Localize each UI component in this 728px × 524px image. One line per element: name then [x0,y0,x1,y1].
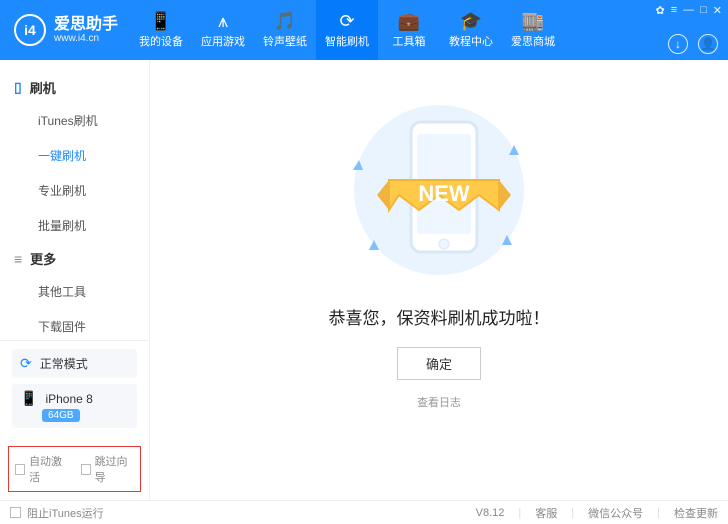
sidebar-item-other-tools[interactable]: 其他工具 [0,274,149,309]
confirm-button[interactable]: 确定 [397,347,481,380]
checkbox-icon [81,464,91,475]
nav-label: 教程中心 [449,33,493,49]
sidebar-item-download-fw[interactable]: 下载固件 [0,309,149,340]
user-icon[interactable]: 👤 [698,34,718,54]
mode-row[interactable]: ⟳ 正常模式 [12,349,137,378]
wechat-link[interactable]: 微信公众号 [588,505,643,521]
brand-site: www.i4.cn [54,33,118,44]
nav-label: 智能刷机 [325,33,369,49]
close-icon[interactable]: ✕ [713,4,722,17]
flash-options: 自动激活 跳过向导 [8,446,141,492]
nav-apps[interactable]: ⩚ 应用游戏 [192,0,254,60]
minimize-icon[interactable]: — [683,4,694,17]
menu-icon[interactable]: ≡ [671,4,677,17]
nav-flash[interactable]: ⟳ 智能刷机 [316,0,378,60]
nav-label: 爱思商城 [511,33,555,49]
section-title: 更多 [30,249,56,268]
device-name: iPhone 8 [45,392,92,406]
download-icon[interactable]: ↓ [668,34,688,54]
block-itunes-checkbox[interactable]: 阻止iTunes运行 [10,505,104,521]
update-link[interactable]: 检查更新 [674,505,718,521]
sync-icon: ⟳ [20,355,32,372]
success-title: 恭喜您，保资料刷机成功啦！ [329,304,550,329]
nav-label: 铃声壁纸 [263,33,307,49]
sidebar-section-flash: ▯ 刷机 [0,72,149,103]
refresh-icon: ⟳ [339,12,354,30]
titlebar: i4 爱思助手 www.i4.cn 📱 我的设备 ⩚ 应用游戏 🎵 铃声壁纸 ⟳… [0,0,728,60]
checkbox-icon [15,464,25,475]
toolbox-icon: 💼 [398,12,420,30]
auto-activate-checkbox[interactable]: 自动激活 [15,453,69,485]
device-icon: 📱 [20,390,37,407]
phone-icon: ▯ [14,79,22,96]
maximize-icon[interactable]: □ [700,4,707,17]
section-title: 刷机 [30,78,56,97]
store-icon: 🏬 [522,12,544,30]
sidebar-item-pro-flash[interactable]: 专业刷机 [0,173,149,208]
more-icon: ≡ [14,251,22,267]
brand: i4 爱思助手 www.i4.cn [0,0,130,60]
main-content: NEW 恭喜您，保资料刷机成功啦！ 确定 查看日志 [150,60,728,500]
sidebar-section-more: ≡ 更多 [0,243,149,274]
mode-label: 正常模式 [40,355,88,372]
nav-ringtones[interactable]: 🎵 铃声壁纸 [254,0,316,60]
account-controls: ↓ 👤 [668,34,718,54]
sidebar-item-onekey-flash[interactable]: 一键刷机 [0,138,149,173]
new-badge-text: NEW [418,181,470,206]
storage-badge: 64GB [42,409,80,422]
apps-icon: ⩚ [218,12,228,30]
checkbox-label: 自动激活 [29,453,68,485]
window-controls: ✿ ≡ — □ ✕ [655,4,722,17]
support-link[interactable]: 客服 [535,505,557,521]
sidebar-item-batch-flash[interactable]: 批量刷机 [0,208,149,243]
tutorial-icon: 🎓 [460,12,482,30]
logo-icon: i4 [14,14,46,46]
checkbox-label: 阻止iTunes运行 [27,505,104,521]
device-status: ⟳ 正常模式 📱 iPhone 8 64GB [0,340,149,442]
skip-guide-checkbox[interactable]: 跳过向导 [81,453,135,485]
sidebar-item-itunes-flash[interactable]: iTunes刷机 [0,103,149,138]
nav-tutorials[interactable]: 🎓 教程中心 [440,0,502,60]
nav-tabs: 📱 我的设备 ⩚ 应用游戏 🎵 铃声壁纸 ⟳ 智能刷机 💼 工具箱 🎓 教程中心… [130,0,564,60]
checkbox-icon [10,507,21,518]
brand-name: 爱思助手 [54,17,118,33]
phone-icon: 📱 [150,12,172,30]
nav-label: 应用游戏 [201,33,245,49]
view-log-link[interactable]: 查看日志 [417,394,461,410]
success-illustration: NEW [339,100,539,280]
checkbox-label: 跳过向导 [95,453,134,485]
nav-label: 工具箱 [393,33,426,49]
sidebar: ▯ 刷机 iTunes刷机 一键刷机 专业刷机 批量刷机 ≡ 更多 其他工具 下… [0,60,150,500]
nav-label: 我的设备 [139,33,183,49]
nav-store[interactable]: 🏬 爱思商城 [502,0,564,60]
nav-my-device[interactable]: 📱 我的设备 [130,0,192,60]
music-icon: 🎵 [274,12,296,30]
device-row[interactable]: 📱 iPhone 8 64GB [12,384,137,428]
nav-toolbox[interactable]: 💼 工具箱 [378,0,440,60]
version-label: V8.12 [476,507,505,519]
statusbar: 阻止iTunes运行 V8.12 | 客服 | 微信公众号 | 检查更新 [0,500,728,524]
skin-icon[interactable]: ✿ [655,4,664,17]
